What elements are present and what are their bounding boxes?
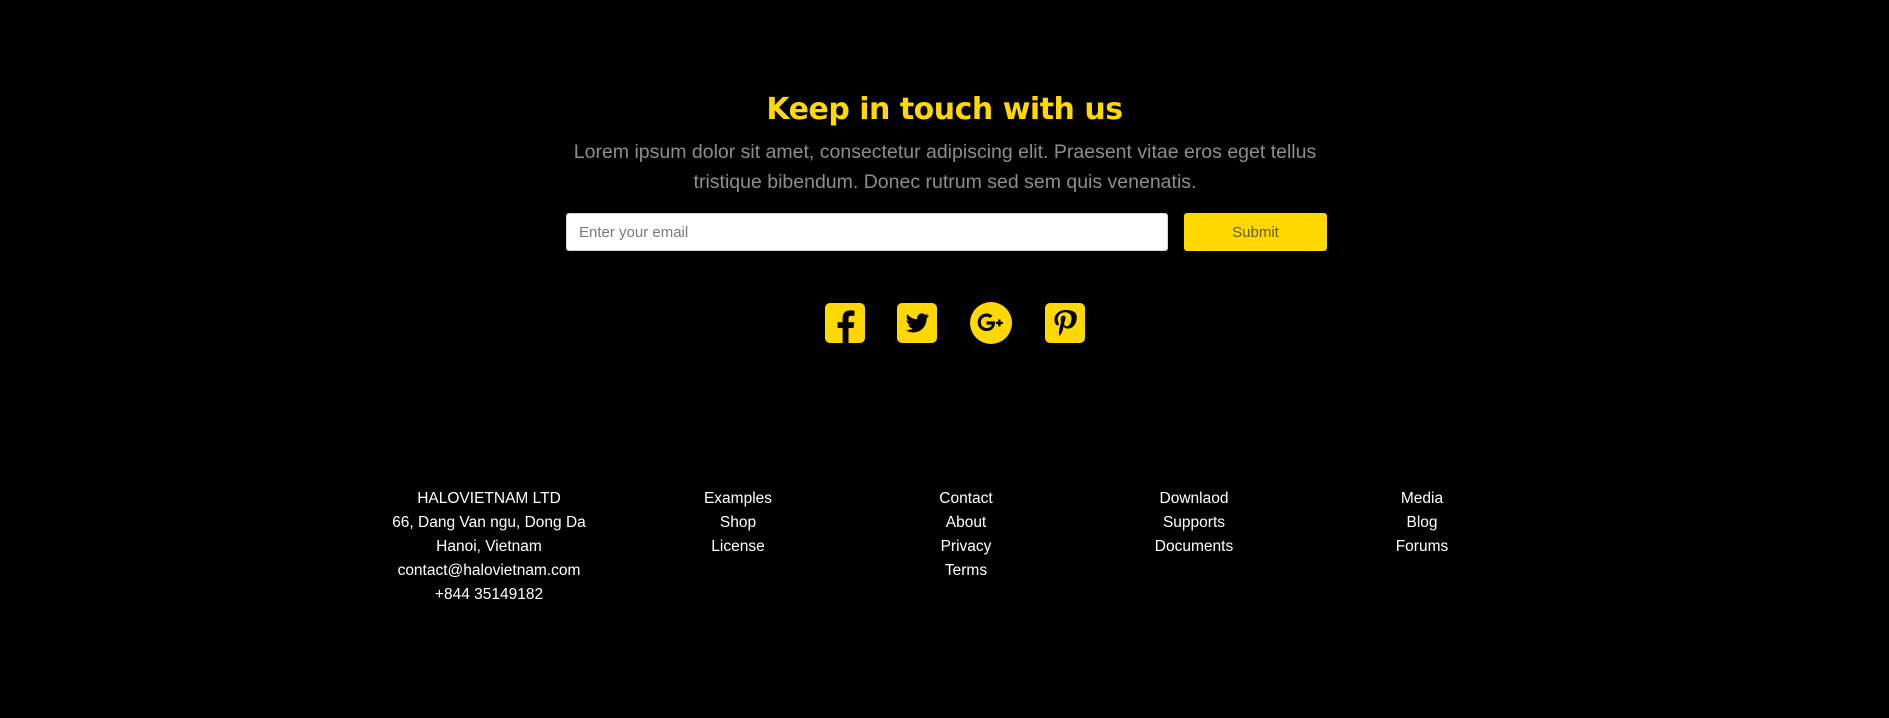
pinterest-link[interactable] — [1044, 302, 1086, 344]
footer-link-supports[interactable]: Supports — [1074, 511, 1314, 535]
google-plus-link[interactable] — [970, 302, 1012, 344]
newsletter-form: Submit — [566, 213, 1327, 251]
facebook-link[interactable] — [824, 302, 866, 344]
footer-link-shop[interactable]: Shop — [618, 511, 858, 535]
footer-link-contact[interactable]: Contact — [846, 487, 1086, 511]
pinterest-icon — [1045, 303, 1085, 343]
footer-link-privacy[interactable]: Privacy — [846, 535, 1086, 559]
footer-link-license[interactable]: License — [618, 535, 858, 559]
footer-link-blog[interactable]: Blog — [1302, 511, 1542, 535]
footer-col-4: Media Blog Forums — [1302, 487, 1542, 559]
footer-link-forums[interactable]: Forums — [1302, 535, 1542, 559]
footer-link-examples[interactable]: Examples — [618, 487, 858, 511]
twitter-icon — [897, 303, 937, 343]
newsletter-description: Lorem ipsum dolor sit amet, consectetur … — [573, 141, 1317, 193]
company-name: HALOVIETNAM LTD — [417, 490, 561, 507]
footer-col-3: Downlaod Supports Documents — [1074, 487, 1314, 559]
footer-link-about[interactable]: About — [846, 511, 1086, 535]
email-input[interactable] — [566, 213, 1168, 251]
footer-link-media[interactable]: Media — [1302, 487, 1542, 511]
footer-col-2: Contact About Privacy Terms — [846, 487, 1086, 583]
facebook-icon — [825, 303, 865, 343]
company-phone-link[interactable]: +844 35149182 — [369, 583, 609, 607]
company-info: HALOVIETNAM LTD 66, Dang Van ngu, Dong D… — [369, 487, 609, 607]
newsletter-title: Keep in touch with us — [766, 92, 1123, 127]
footer-link-documents[interactable]: Documents — [1074, 535, 1314, 559]
footer-link-download[interactable]: Downlaod — [1074, 487, 1314, 511]
submit-button[interactable]: Submit — [1184, 213, 1327, 251]
twitter-link[interactable] — [896, 302, 938, 344]
company-email-link[interactable]: contact@halovietnam.com — [369, 559, 609, 583]
google-plus-icon — [970, 302, 1012, 344]
company-address-line2: Hanoi, Vietnam — [436, 538, 542, 555]
footer-link-terms[interactable]: Terms — [846, 559, 1086, 583]
company-address-line1: 66, Dang Van ngu, Dong Da — [392, 514, 586, 531]
footer-col-1: Examples Shop License — [618, 487, 858, 559]
